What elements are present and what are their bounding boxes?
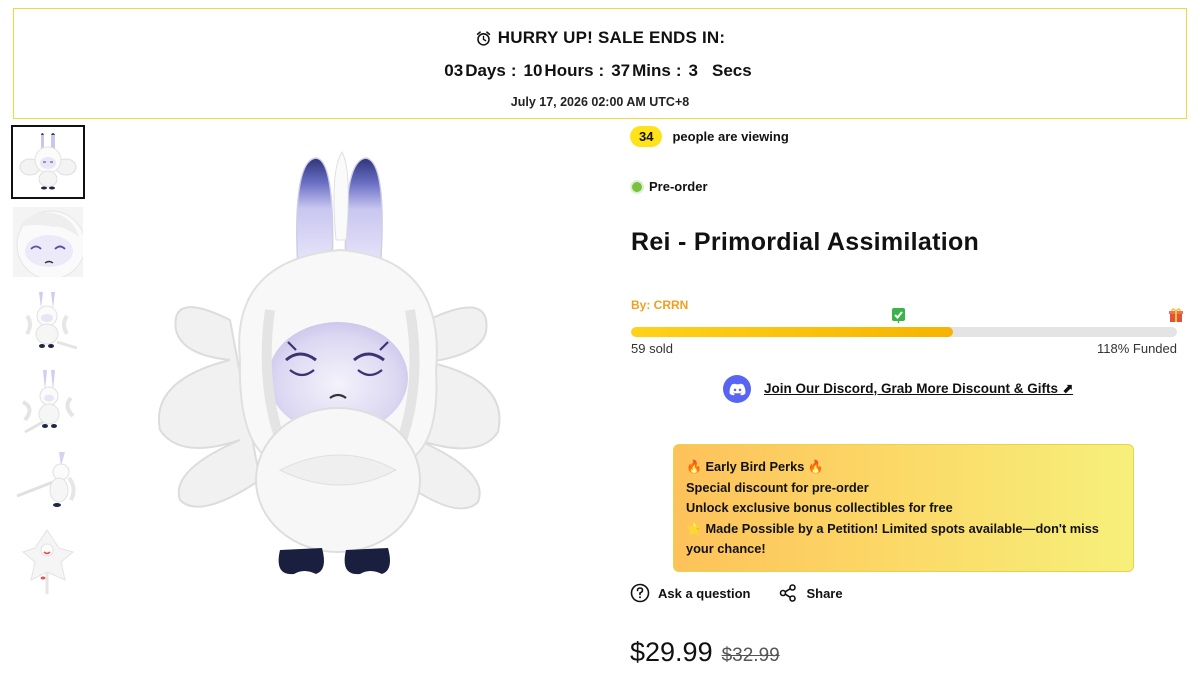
gift-milestone-icon [1168,307,1184,323]
thumbnail-6[interactable] [13,528,83,598]
thumbnail-2[interactable] [13,207,83,277]
ask-question-button[interactable]: Ask a question [630,583,750,603]
progress-fill [631,327,954,337]
perks-line: Special discount for pre-order [686,479,869,495]
share-label: Share [806,585,843,601]
sale-end-date: July 17, 2026 02:00 AM UTC+8 [510,95,690,109]
countdown-separator: : [598,61,605,80]
funding-progress-bar [631,308,1183,337]
product-title: Rei - Primordial Assimilation [631,228,980,256]
checkmark-milestone-icon [891,307,907,325]
status-text: Pre-order [649,179,708,194]
status-badge: Pre-order [632,179,708,194]
ask-question-label: Ask a question [658,585,751,601]
question-circle-icon [630,583,650,603]
main-product-image[interactable] [110,140,550,600]
thumbnail-1[interactable] [11,125,85,199]
countdown-mins-label: Mins [632,61,671,80]
sale-banner-title-text: HURRY UP! SALE ENDS IN: [497,28,726,47]
sold-count: 59 sold [631,341,673,356]
perks-line: ⭐ Made Possible by a Petition! Limited s… [686,520,1099,557]
price-block: $29.99 $32.99 [630,637,780,668]
sale-banner-title: HURRY UP! SALE ENDS IN: [14,28,1186,48]
countdown-hours-label: Hours [544,61,594,80]
countdown-mins: 37 [611,61,631,80]
countdown-secs: 3 [688,61,699,80]
viewers-text: people are viewing [672,129,789,144]
product-actions: Ask a question Share [630,583,843,603]
original-price: $32.99 [721,645,780,666]
discord-link[interactable]: Join Our Discord, Grab More Discount & G… [723,375,1073,403]
countdown-hours: 10 [523,61,543,80]
current-price: $29.99 [630,637,713,667]
perks-line: Unlock exclusive bonus collectibles for … [686,500,953,516]
thumbnail-3[interactable] [13,288,83,358]
creator-label[interactable]: By: CRRN [631,298,688,312]
status-dot-icon [632,181,642,192]
countdown-timer: 03 Days: 10 Hours: 37 Mins: 3 Secs [14,61,1186,81]
viewers-indicator: 34 people are viewing [630,126,789,147]
sale-countdown-banner: HURRY UP! SALE ENDS IN: 03 Days: 10 Hours:… [13,8,1187,119]
early-bird-perks-box: 🔥 Early Bird Perks 🔥 Special discount fo… [673,444,1134,572]
thumbnail-4[interactable] [13,368,83,438]
countdown-separator: : [675,61,682,80]
countdown-days: 03 [444,61,464,80]
share-button[interactable]: Share [778,583,843,603]
discord-link-text[interactable]: Join Our Discord, Grab More Discount & G… [764,381,1073,397]
perks-heading: 🔥 Early Bird Perks 🔥 [686,459,824,474]
share-icon [780,584,797,602]
countdown-days-label: Days [465,61,506,80]
progress-labels: 59 sold 118% Funded [631,341,1177,356]
discord-icon [723,375,751,403]
countdown-separator: : [510,61,517,80]
countdown-secs-label: Secs [712,61,752,80]
progress-track [631,327,1177,337]
alarm-clock-icon [475,30,492,47]
thumbnail-5[interactable] [13,448,83,518]
funded-percent: 118% Funded [1097,341,1177,356]
viewers-count-badge: 34 [630,126,663,147]
